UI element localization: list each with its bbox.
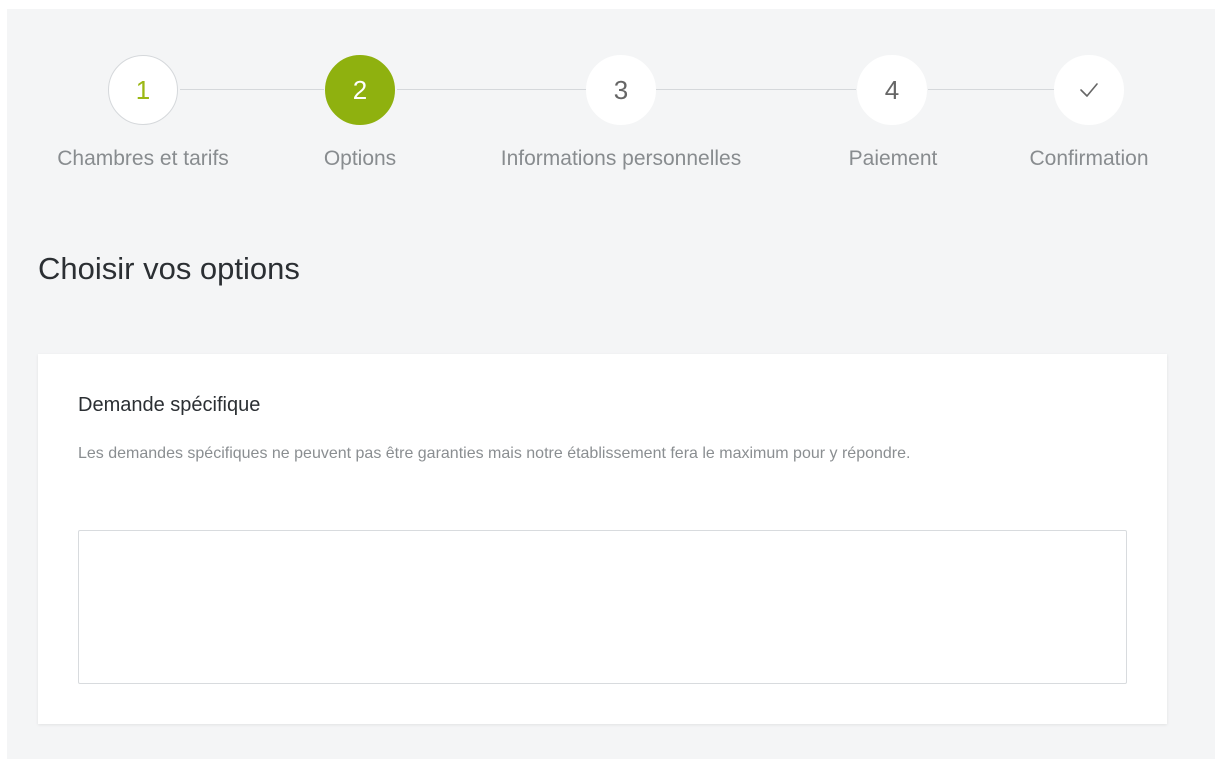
booking-frame: 1 2 3 4 Chambres et tarifs Options Infor…	[7, 9, 1215, 759]
stepper-connector	[928, 89, 1055, 90]
step-3-label: Informations personnelles	[500, 147, 742, 170]
special-request-help-text: Les demandes spécifiques ne peuvent pas …	[78, 445, 911, 462]
step-1-label[interactable]: Chambres et tarifs	[57, 147, 229, 171]
step-1-number: 1	[135, 74, 151, 105]
step-5-label: Confirmation	[1029, 147, 1149, 170]
stepper-connector	[180, 89, 324, 90]
step-4-circle: 4	[857, 55, 927, 125]
step-3-circle: 3	[586, 55, 656, 125]
step-4-label: Paiement	[848, 147, 938, 170]
stepper-connector	[397, 89, 587, 90]
step-3-number: 3	[613, 74, 629, 105]
step-2-label: Options	[323, 147, 397, 170]
special-request-textarea[interactable]	[78, 530, 1127, 684]
step-2-number: 2	[352, 74, 368, 105]
step-2-circle: 2	[325, 55, 395, 125]
special-request-card: Demande spécifique Les demandes spécifiq…	[38, 354, 1167, 724]
step-4-number: 4	[884, 74, 900, 105]
special-request-heading: Demande spécifique	[78, 394, 261, 416]
booking-stepper: 1 2 3 4 Chambres et tarifs Options Infor…	[7, 9, 1215, 209]
step-5-circle	[1054, 55, 1124, 125]
step-1-circle[interactable]: 1	[108, 55, 178, 125]
check-icon	[1080, 83, 1098, 97]
page-title: Choisir vos options	[38, 251, 300, 286]
stepper-connector	[656, 89, 856, 90]
